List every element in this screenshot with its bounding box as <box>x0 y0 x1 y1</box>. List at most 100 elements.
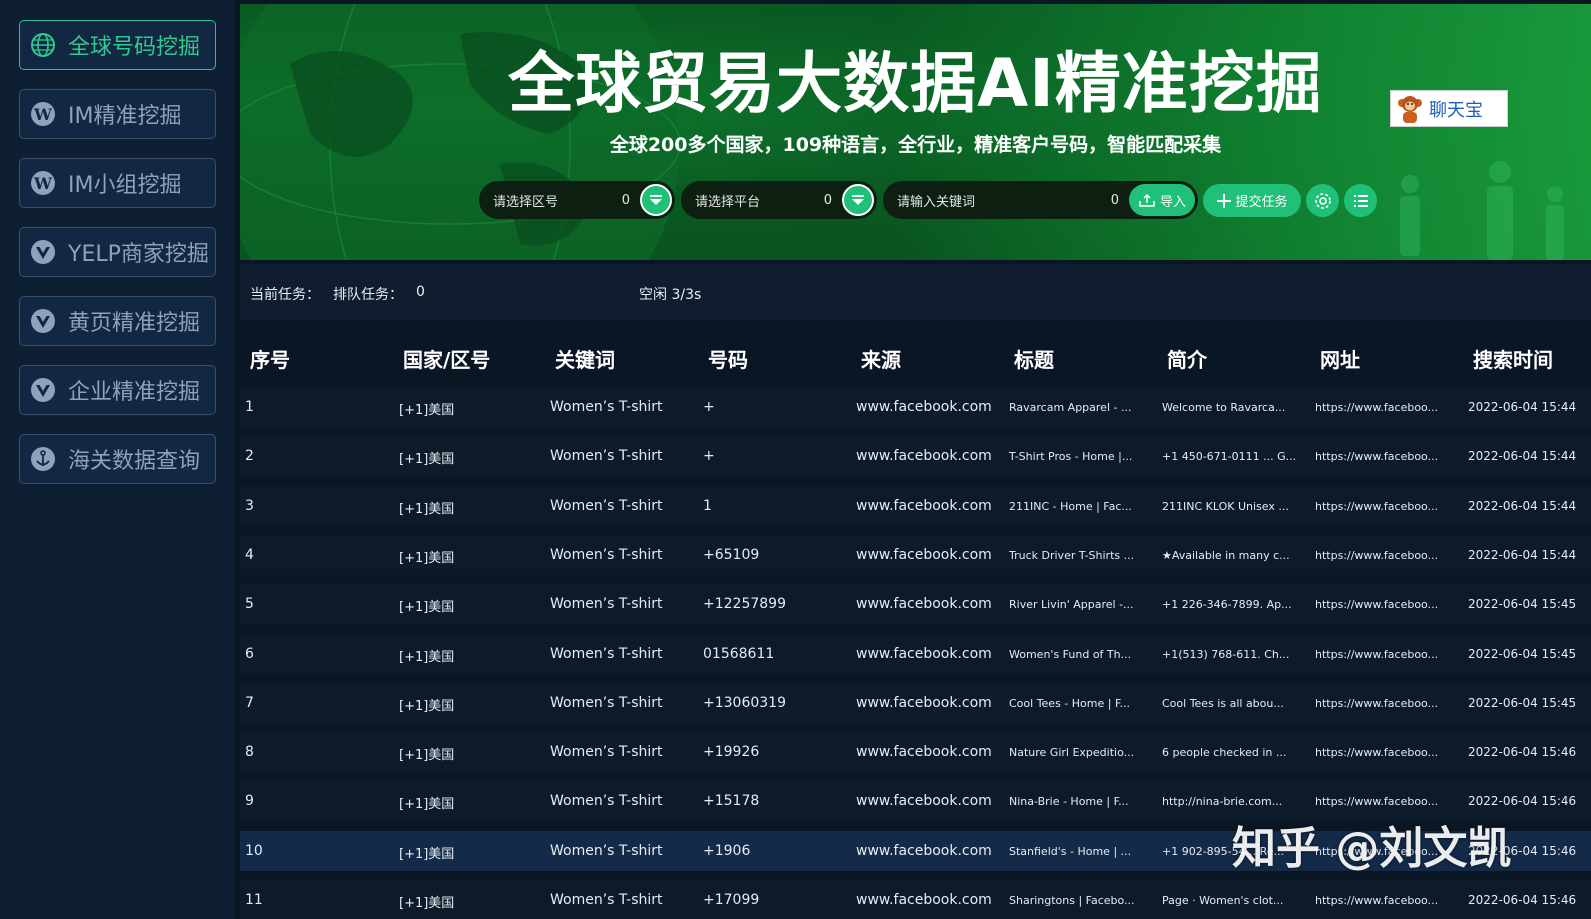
row-url: https://www.faceboo... <box>1315 598 1439 612</box>
keyword-input[interactable]: 请输入关键词 0 导入 <box>883 181 1198 219</box>
column-header-search-time[interactable]: 搜索时间 <box>1473 344 1553 373</box>
row-country: [+1]美国 <box>399 748 455 764</box>
table-row[interactable]: 5 [+1]美国 Women’s T-shirt +12257899 www.faceb… <box>240 584 1591 625</box>
row-index: 11 <box>245 892 263 908</box>
row-source: www.facebook.com <box>856 892 992 908</box>
row-url: https://www.faceboo... <box>1315 548 1439 562</box>
sidebar-item-yellow-pages-mining[interactable]: 黄页精准挖掘 <box>19 296 216 346</box>
sidebar-item-customs-data[interactable]: 海关数据查询 <box>19 434 216 484</box>
svg-text:W: W <box>33 105 53 124</box>
business-people-graphic <box>1400 161 1564 260</box>
column-header-source[interactable]: 来源 <box>861 344 901 373</box>
row-url: https://www.faceboo... <box>1315 795 1439 809</box>
row-url: https://www.faceboo... <box>1315 894 1439 907</box>
import-button[interactable]: 导入 <box>1129 184 1195 216</box>
row-title: River Livin' Apparel -... <box>1009 598 1134 612</box>
row-intro: 6 people checked in ... <box>1162 746 1287 760</box>
row-index: 10 <box>245 842 263 859</box>
upload-icon <box>1139 193 1155 207</box>
row-search-time: 2022-06-04 15:46 <box>1468 893 1577 907</box>
row-search-time: 2022-06-04 15:46 <box>1468 745 1577 760</box>
platform-select[interactable]: 请选择平台 0 <box>681 181 877 219</box>
row-country: [+1]美国 <box>399 896 455 911</box>
column-header-keyword[interactable]: 关键词 <box>555 344 615 373</box>
table-header: 序号 国家/区号 关键词 号码 来源 标题 简介 网址 搜索时间 <box>240 330 1591 382</box>
platform-placeholder: 请选择平台 <box>695 194 761 210</box>
row-source: www.facebook.com <box>856 399 992 415</box>
sidebar-item-label: 全球号码挖掘 <box>68 35 201 60</box>
row-search-time: 2022-06-04 15:45 <box>1468 597 1577 612</box>
task-status-bar: 当前任务： 排队任务： 0 空闲 3/3s <box>240 264 1591 320</box>
table-row[interactable]: 3 [+1]美国 Women’s T-shirt 1 www.facebook.com 2… <box>240 485 1591 526</box>
sidebar-item-im-group-mining[interactable]: W IM小组挖掘 <box>19 158 216 208</box>
settings-button[interactable] <box>1306 184 1339 217</box>
keyword-count: 0 <box>1110 192 1119 208</box>
region-select[interactable]: 请选择区号 0 <box>479 181 675 219</box>
column-header-title[interactable]: 标题 <box>1014 344 1054 373</box>
chat-bao-button[interactable]: 聊天宝 <box>1390 90 1508 127</box>
row-intro: Welcome to Ravarca... <box>1162 401 1286 414</box>
table-row[interactable]: 7 [+1]美国 Women’s T-shirt +13060319 www.faceb… <box>240 682 1591 723</box>
sidebar-item-label: IM小组挖掘 <box>68 173 182 198</box>
row-search-time: 2022-06-04 15:44 <box>1468 547 1577 562</box>
row-source: www.facebook.com <box>856 645 992 662</box>
row-source: www.facebook.com <box>856 694 992 711</box>
anchor-icon <box>31 447 55 471</box>
row-title: T-Shirt Pros - Home |... <box>1009 450 1133 464</box>
row-index: 3 <box>245 497 254 514</box>
app-window: 全球号码挖掘 W IM精准挖掘 W IM小组挖掘 YELP商家挖掘 黄页精准挖掘… <box>0 0 1591 919</box>
row-index: 4 <box>245 546 254 563</box>
row-url: https://www.faceboo... <box>1315 746 1439 760</box>
row-keyword: Women’s T-shirt <box>550 793 663 810</box>
row-index: 1 <box>245 399 254 415</box>
column-header-phone[interactable]: 号码 <box>708 344 748 373</box>
table-row[interactable]: 8 [+1]美国 Women’s T-shirt +19926 www.facebook… <box>240 732 1591 773</box>
column-header-index[interactable]: 序号 <box>250 344 290 373</box>
row-index: 6 <box>245 645 254 662</box>
column-header-intro[interactable]: 简介 <box>1167 344 1207 373</box>
globe-icon <box>31 33 55 57</box>
wordpress-icon: W <box>31 102 55 126</box>
row-keyword: Women’s T-shirt <box>550 596 663 613</box>
chevron-down-icon <box>650 195 662 205</box>
sidebar-item-label: YELP商家挖掘 <box>68 242 209 267</box>
row-intro: ★Available in many c... <box>1162 548 1290 562</box>
row-search-time: 2022-06-04 15:44 <box>1468 449 1577 464</box>
row-url: https://www.faceboo... <box>1315 499 1439 513</box>
row-keyword: Women’s T-shirt <box>550 744 663 761</box>
gear-icon <box>1314 192 1331 209</box>
row-title: 211INC - Home | Fac... <box>1009 499 1132 513</box>
banner-title: 全球贸易大数据AI精准挖掘 <box>508 45 1323 122</box>
row-intro: http://nina-brie.com... <box>1162 795 1283 809</box>
row-title: Nina-Brie - Home | F... <box>1009 795 1129 809</box>
sidebar-item-im-mining[interactable]: W IM精准挖掘 <box>19 89 216 139</box>
row-country: [+1]美国 <box>399 501 455 517</box>
platform-dropdown-button[interactable] <box>842 184 874 216</box>
vuejs-icon <box>31 240 55 264</box>
hero-banner: 全球贸易大数据AI精准挖掘 全球200多个国家，109种语言，全行业，精准客户号… <box>240 4 1591 260</box>
column-header-country[interactable]: 国家/区号 <box>403 344 490 373</box>
table-row[interactable]: 6 [+1]美国 Women’s T-shirt 01568611 www.facebo… <box>240 633 1591 674</box>
table-row[interactable]: 4 [+1]美国 Women’s T-shirt +65109 www.facebook… <box>240 534 1591 575</box>
row-source: www.facebook.com <box>856 546 992 563</box>
wordpress-icon: W <box>31 171 55 195</box>
row-country: [+1]美国 <box>399 797 455 813</box>
sidebar-item-global-number-mining[interactable]: 全球号码挖掘 <box>19 20 216 70</box>
row-keyword: Women’s T-shirt <box>550 645 663 662</box>
table-row[interactable]: 11 [+1]美国 Women’s T-shirt +17099 www.faceboo… <box>240 880 1591 919</box>
list-button[interactable] <box>1344 184 1377 217</box>
sidebar-item-yelp-mining[interactable]: YELP商家挖掘 <box>19 227 216 277</box>
row-search-time: 2022-06-04 15:46 <box>1468 794 1577 809</box>
vuejs-icon <box>31 309 55 333</box>
row-source: www.facebook.com <box>856 448 992 465</box>
region-placeholder: 请选择区号 <box>493 194 559 210</box>
table-row[interactable]: 1 [+1]美国 Women’s T-shirt + www.facebook.com R… <box>240 387 1591 427</box>
table-row[interactable]: 2 [+1]美国 Women’s T-shirt + www.facebook.com T… <box>240 436 1591 477</box>
row-index: 2 <box>245 448 254 465</box>
column-header-url[interactable]: 网址 <box>1320 344 1360 373</box>
sidebar-item-enterprise-mining[interactable]: 企业精准挖掘 <box>19 365 216 415</box>
submit-task-button[interactable]: 提交任务 <box>1203 184 1301 217</box>
row-source: www.facebook.com <box>856 744 992 761</box>
region-dropdown-button[interactable] <box>640 184 672 216</box>
row-phone: + <box>703 399 715 415</box>
